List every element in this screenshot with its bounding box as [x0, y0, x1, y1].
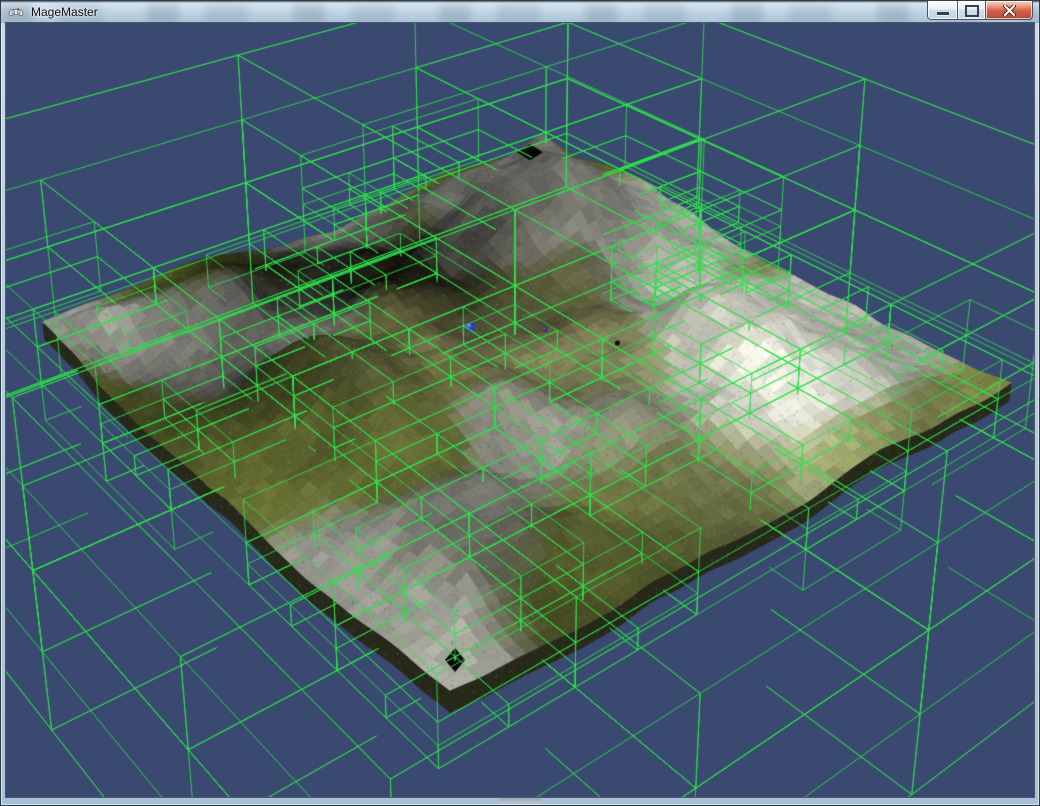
close-icon [1003, 5, 1016, 16]
close-button[interactable] [986, 1, 1033, 20]
maximize-icon [965, 5, 979, 17]
resize-grip[interactable] [498, 798, 542, 804]
window-controls [927, 1, 1033, 20]
minimize-icon [937, 12, 949, 15]
maximize-button[interactable] [958, 1, 986, 20]
app-window: MageMaster [0, 0, 1040, 806]
title-bar[interactable]: MageMaster [1, 1, 1039, 23]
gamepad-icon [8, 4, 24, 20]
minimize-button[interactable] [927, 1, 958, 20]
window-title: MageMaster [31, 5, 98, 19]
viewport-3d[interactable] [6, 23, 1034, 797]
